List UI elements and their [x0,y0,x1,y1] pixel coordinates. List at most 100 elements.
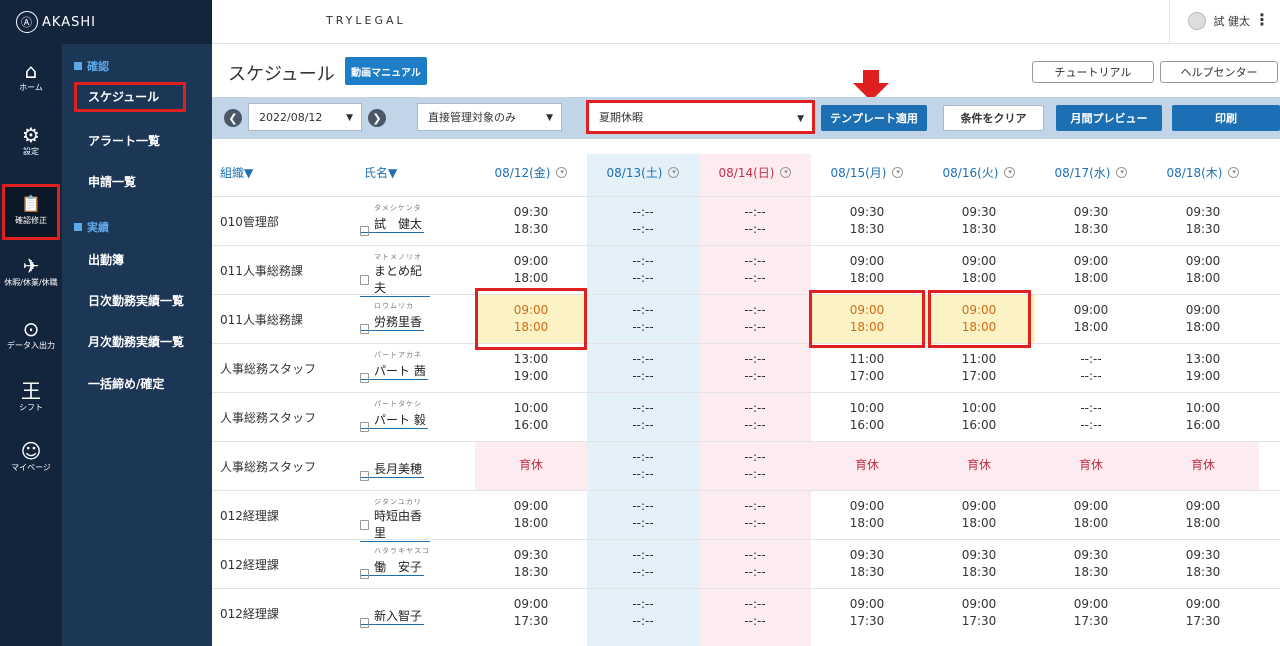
schedule-cell[interactable]: --:-- --:-- [699,491,811,540]
schedule-cell[interactable]: 09:00 18:00 [1035,491,1147,540]
submenu-item-daily[interactable]: 日次勤務実績一覧 [88,292,184,309]
chevron-down-icon[interactable]: ▾ [556,166,568,178]
row-checkbox[interactable] [360,324,369,334]
chevron-down-icon[interactable]: ▾ [1004,166,1016,178]
employee-name-link[interactable]: 長月美穂 [360,460,425,478]
schedule-cell[interactable]: --:-- --:-- [699,344,811,393]
schedule-cell[interactable]: 11:00 17:00 [923,344,1035,393]
schedule-cell[interactable]: 13:00 19:00 [475,344,587,393]
schedule-cell[interactable]: --:-- --:-- [587,344,699,393]
schedule-cell[interactable]: --:-- --:-- [699,540,811,589]
next-day-button[interactable]: ❯ [368,109,386,127]
schedule-cell[interactable]: --:-- --:-- [587,589,699,638]
schedule-cell[interactable]: 09:00 17:30 [1147,589,1259,638]
schedule-cell[interactable]: 09:00 17:30 [811,589,923,638]
row-checkbox[interactable] [360,569,369,579]
schedule-cell[interactable]: --:-- --:-- [587,491,699,540]
schedule-cell[interactable]: 09:30 18:30 [1035,197,1147,246]
row-checkbox[interactable] [360,275,369,285]
scope-select[interactable]: 直接管理対象のみ ▼ [417,103,562,131]
schedule-cell[interactable]: 09:30 18:30 [1147,197,1259,246]
date-header[interactable]: 08/18(木) ▾ [1147,148,1259,196]
schedule-cell[interactable]: 09:30 18:30 [923,197,1035,246]
schedule-cell[interactable]: --:-- --:-- [699,197,811,246]
chevron-down-icon[interactable]: ▾ [668,166,680,178]
employee-name-link[interactable]: パート 茜 [360,362,428,380]
employee-name-link[interactable]: 働 安子 [360,558,425,576]
date-select[interactable]: 2022/08/12 ▼ [248,103,362,131]
monthly-preview-button[interactable]: 月間プレビュー [1056,105,1162,131]
submenu-item-monthly[interactable]: 月次勤務実績一覧 [88,333,184,350]
schedule-cell[interactable]: 09:00 18:00 [811,491,923,540]
schedule-cell[interactable]: --:-- --:-- [699,393,811,442]
schedule-cell[interactable]: 09:30 18:30 [811,197,923,246]
employee-name-link[interactable]: 試 健太 [360,215,425,233]
schedule-cell[interactable]: 09:30 18:30 [475,540,587,589]
schedule-cell[interactable]: 10:00 16:00 [475,393,587,442]
schedule-cell[interactable]: 09:00 18:00 [475,491,587,540]
schedule-cell[interactable]: 09:30 18:30 [811,540,923,589]
help-center-button[interactable]: ヘルプセンター [1160,61,1278,83]
row-checkbox[interactable] [360,471,369,481]
schedule-cell[interactable]: 13:00 19:00 [1147,344,1259,393]
employee-name-link[interactable]: 新入智子 [360,607,425,625]
schedule-cell[interactable]: --:-- --:-- [699,246,811,295]
schedule-cell[interactable]: 09:00 17:30 [1035,589,1147,638]
rail-item-plane[interactable]: ✈ 休暇/休業/休職 [0,255,62,288]
employee-name-link[interactable]: パート 毅 [360,411,428,429]
print-button[interactable]: 印刷 [1172,105,1280,131]
more-menu-icon[interactable]: ⋮ [1254,10,1270,29]
template-select[interactable]: 夏期休暇 ▼ [586,100,815,134]
schedule-cell[interactable]: --:-- --:-- [1035,344,1147,393]
schedule-cell[interactable]: 09:30 18:30 [475,197,587,246]
schedule-cell[interactable]: 育休 [811,442,923,491]
employee-name-link[interactable]: 時短由香里 [360,507,430,542]
employee-name-link[interactable]: まとめ紀夫 [360,262,430,297]
schedule-cell[interactable]: --:-- --:-- [587,442,699,491]
rail-item-clipboard-check[interactable]: 📋 確認修正 [2,184,60,240]
submenu-item-schedule[interactable]: スケジュール [74,82,186,112]
tutorial-button[interactable]: チュートリアル [1032,61,1154,83]
schedule-cell[interactable]: 09:00 18:00 [923,491,1035,540]
schedule-cell[interactable]: --:-- --:-- [1035,393,1147,442]
schedule-cell[interactable]: 09:00 17:30 [923,589,1035,638]
schedule-cell[interactable]: --:-- --:-- [699,295,811,344]
schedule-cell[interactable]: 09:00 18:00 [1035,295,1147,344]
clear-conditions-button[interactable]: 条件をクリア [943,105,1044,131]
row-checkbox[interactable] [360,422,369,432]
video-manual-button[interactable]: 動画マニュアル [345,57,427,85]
row-checkbox[interactable] [360,373,369,383]
schedule-cell[interactable]: --:-- --:-- [587,393,699,442]
schedule-cell[interactable]: 11:00 17:00 [811,344,923,393]
schedule-cell[interactable]: --:-- --:-- [587,246,699,295]
submenu-item-bulk-close[interactable]: 一括締め/確定 [88,375,164,392]
submenu-item-alerts[interactable]: アラート一覧 [88,132,160,149]
app-logo[interactable]: Ⓐ AKASHI [0,0,212,44]
schedule-cell[interactable]: 10:00 16:00 [923,393,1035,442]
apply-template-button[interactable]: テンプレート適用 [821,105,927,131]
chevron-down-icon[interactable]: ▾ [892,166,904,178]
schedule-cell[interactable]: 育休 [923,442,1035,491]
date-header[interactable]: 08/15(月) ▾ [811,148,923,196]
schedule-cell[interactable]: 10:00 16:00 [1147,393,1259,442]
submenu-item-requests[interactable]: 申請一覧 [88,173,136,190]
schedule-cell[interactable]: 09:30 18:30 [1035,540,1147,589]
user-menu[interactable]: 試 健太 [1187,12,1250,30]
employee-name-link[interactable]: 労務里香 [360,313,425,331]
schedule-cell[interactable]: 09:00 18:00 [1147,295,1259,344]
schedule-cell[interactable]: 09:00 18:00 [923,246,1035,295]
schedule-cell[interactable]: --:-- --:-- [587,540,699,589]
org-sort-header[interactable]: 組織▼ [220,148,253,196]
schedule-cell[interactable]: 10:00 16:00 [811,393,923,442]
name-sort-header[interactable]: 氏名▼ [364,148,397,196]
schedule-cell[interactable]: --:-- --:-- [699,442,811,491]
prev-day-button[interactable]: ❮ [224,109,242,127]
schedule-cell[interactable]: 育休 [475,442,587,491]
rail-item-home[interactable]: ⌂ ホーム [0,60,62,93]
row-checkbox[interactable] [360,520,369,530]
schedule-cell[interactable]: 09:00 18:00 [1147,246,1259,295]
rail-item-user[interactable]: ☺ マイページ [0,440,62,473]
schedule-cell[interactable]: 09:30 18:30 [923,540,1035,589]
submenu-item-attendance[interactable]: 出勤簿 [88,251,124,268]
schedule-cell[interactable]: 09:00 18:00 [1035,246,1147,295]
